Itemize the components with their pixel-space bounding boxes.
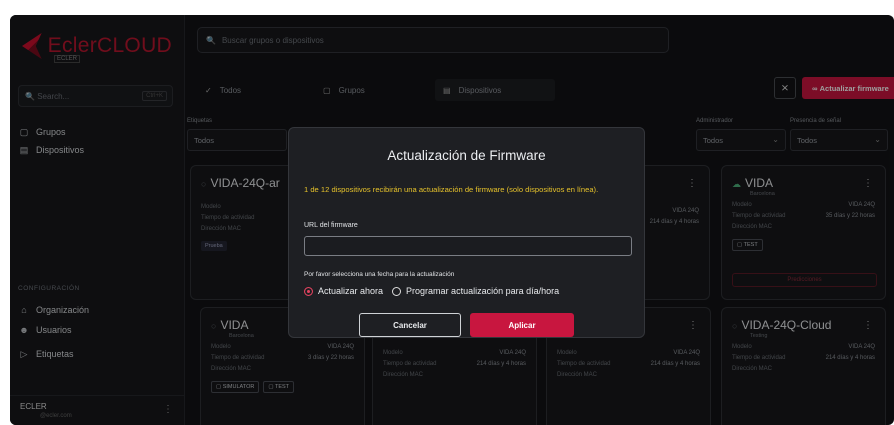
radio-label: Actualizar ahora: [318, 286, 384, 296]
radio-schedule[interactable]: [392, 286, 402, 296]
firmware-update-dialog: Actualización de Firmware 1 de 12 dispos…: [288, 127, 645, 338]
url-label: URL del firmware: [304, 222, 358, 229]
cancel-button[interactable]: Cancelar: [359, 313, 461, 337]
warning-message: 1 de 12 dispositivos recibirán una actua…: [304, 185, 599, 194]
dialog-title: Actualización de Firmware: [387, 148, 546, 163]
date-prompt: Por favor selecciona una fecha para la a…: [304, 271, 455, 278]
firmware-url-input[interactable]: [304, 236, 632, 256]
app-window: EclerCLOUD ECLER 🔍 Search... Ctrl+K ▢ Gr…: [10, 15, 894, 425]
radio-update-now[interactable]: [304, 286, 313, 296]
apply-button[interactable]: Aplicar: [470, 313, 574, 337]
update-timing-radios: Actualizar ahora Programar actualización…: [304, 286, 559, 296]
radio-label: Programar actualización para día/hora: [406, 286, 560, 296]
